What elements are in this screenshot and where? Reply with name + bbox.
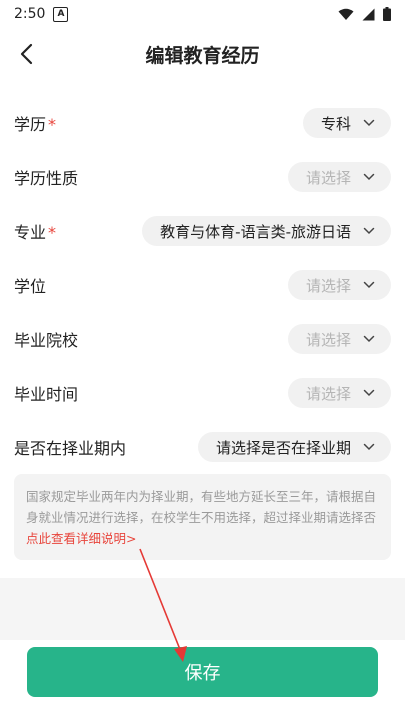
education-type-select-value: 请选择 <box>305 168 351 187</box>
required-mark: * <box>48 223 57 242</box>
signal-icon <box>362 8 375 20</box>
status-time: 2:50 <box>14 6 46 22</box>
form-row-graduation-time: 毕业时间 请选择 <box>0 366 405 420</box>
job-seeking-period-select-value: 请选择是否在择业期 <box>215 438 351 457</box>
graduation-time-select-value: 请选择 <box>305 384 351 403</box>
degree-select[interactable]: 请选择 <box>287 270 391 300</box>
major-select-value: 教育与体育-语言类-旅游日语 <box>160 222 351 241</box>
chevron-down-icon <box>363 389 375 397</box>
notification-a-icon: A <box>53 6 69 22</box>
school-select-value: 请选择 <box>305 330 351 349</box>
status-bar: 2:50 A <box>0 0 405 28</box>
back-button[interactable] <box>10 38 42 70</box>
page-title: 编辑教育经历 <box>145 44 260 67</box>
degree-select-value: 请选择 <box>305 276 351 295</box>
chevron-down-icon <box>363 443 375 451</box>
school-label: 毕业院校 <box>14 331 79 350</box>
footer-divider-band <box>0 578 405 640</box>
chevron-down-icon <box>363 281 375 289</box>
chevron-down-icon <box>363 173 375 181</box>
save-button[interactable]: 保存 <box>27 647 378 697</box>
required-mark: * <box>48 115 57 134</box>
chevron-down-icon <box>363 335 375 343</box>
chevron-down-icon <box>363 227 375 235</box>
job-seeking-period-label: 是否在择业期内 <box>14 439 127 458</box>
school-select[interactable]: 请选择 <box>287 324 391 354</box>
education-label: 学历 <box>14 115 47 134</box>
job-seeking-period-select[interactable]: 请选择是否在择业期 <box>197 432 391 462</box>
wifi-icon <box>338 8 354 20</box>
education-type-select[interactable]: 请选择 <box>287 162 391 192</box>
notice-detail-link[interactable]: 点此查看详细说明> <box>26 531 136 546</box>
chevron-down-icon <box>363 119 375 127</box>
form-row-job-seeking-period: 是否在择业期内 请选择是否在择业期 <box>0 420 405 474</box>
education-type-label: 学历性质 <box>14 169 79 188</box>
major-select[interactable]: 教育与体育-语言类-旅游日语 <box>142 216 391 246</box>
notice-text: 国家规定毕业两年内为择业期，有些地方延长至三年，请根据自身就业情况进行选择，在校… <box>26 489 377 525</box>
graduation-time-label: 毕业时间 <box>14 385 79 404</box>
form-row-major: 专业 * 教育与体育-语言类-旅游日语 <box>0 204 405 258</box>
battery-icon <box>383 7 391 21</box>
back-arrow-icon <box>20 43 33 65</box>
app-header: 编辑教育经历 <box>0 28 405 80</box>
form-row-school: 毕业院校 请选择 <box>0 312 405 366</box>
graduation-time-select[interactable]: 请选择 <box>287 378 391 408</box>
degree-label: 学位 <box>14 277 47 296</box>
form-row-degree: 学位 请选择 <box>0 258 405 312</box>
major-label: 专业 <box>14 223 47 242</box>
education-select-value: 专科 <box>320 114 351 133</box>
education-form: 学历 * 专科 学历性质 请选择 专业 * 教育与体育-语言类-旅游日语 学位 请选… <box>0 96 405 474</box>
job-seeking-notice: 国家规定毕业两年内为择业期，有些地方延长至三年，请根据自身就业情况进行选择，在校… <box>14 474 391 560</box>
form-row-education: 学历 * 专科 <box>0 96 405 150</box>
education-select[interactable]: 专科 <box>302 108 391 138</box>
form-row-education-type: 学历性质 请选择 <box>0 150 405 204</box>
